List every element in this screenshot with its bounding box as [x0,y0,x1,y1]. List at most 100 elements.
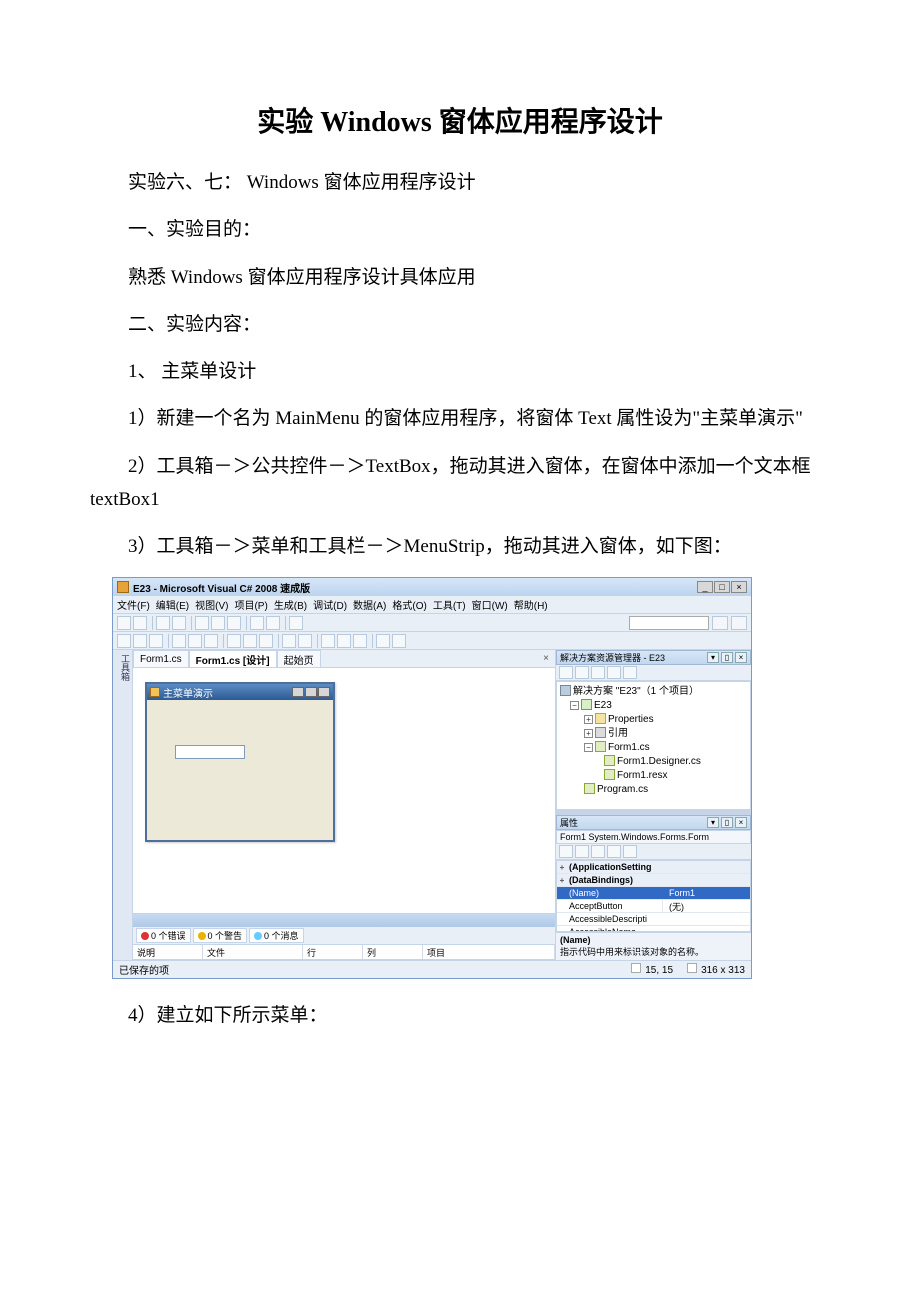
props-categorized-icon[interactable] [559,845,573,858]
layout-spc-v-icon[interactable] [298,634,312,648]
layout-align-right-icon[interactable] [149,634,163,648]
layout-lock-icon[interactable] [392,634,406,648]
properties-object-combo[interactable]: Form1 System.Windows.Forms.Form [556,830,751,844]
toolbar-new-icon[interactable] [117,616,131,630]
menu-edit[interactable]: 编辑(E) [156,597,189,612]
textbox1-control[interactable] [175,745,245,759]
designed-form[interactable]: 主菜单演示 [145,682,335,842]
col-line[interactable]: 行 [303,945,363,959]
menu-format[interactable]: 格式(O) [392,597,426,612]
col-project[interactable]: 项目 [423,945,555,959]
prop-row-name[interactable]: (Name)Form1 [557,887,750,900]
errorlist-columns: 说明 文件 行 列 项目 [133,945,555,960]
menu-project[interactable]: 项目(P) [234,597,267,612]
sln-properties-icon[interactable] [559,666,573,679]
toolbar-open-icon[interactable] [133,616,147,630]
props-desc-text: 指示代码中用来标识该对象的名称。 [560,947,704,957]
form-client-area[interactable] [147,700,333,840]
panel-dropdown-icon[interactable]: ▾ [707,817,719,828]
toolbar-paste-icon[interactable] [227,616,241,630]
tab-form-design[interactable]: Form1.cs [设计] [189,650,277,667]
toolbar-cut-icon[interactable] [195,616,209,630]
tree-form-resx-node[interactable]: Form1.resx [560,769,747,783]
toolbar-more-icon[interactable] [731,616,747,630]
col-file[interactable]: 文件 [203,945,303,959]
properties-grid[interactable]: +(ApplicationSetting +(DataBindings) (Na… [556,860,751,932]
col-column[interactable]: 列 [363,945,423,959]
layout-align-middle-icon[interactable] [188,634,202,648]
menu-window[interactable]: 窗口(W) [472,597,508,612]
warnings-tab[interactable]: 0 个警告 [193,928,248,943]
maximize-button[interactable]: □ [714,581,730,593]
toolbar-find-icon[interactable] [712,616,728,630]
tab-close-icon[interactable]: × [537,653,555,664]
design-surface[interactable]: 主菜单演示 [133,668,555,913]
menu-view[interactable]: 视图(V) [195,597,228,612]
expand-icon[interactable]: + [584,729,593,738]
prop-row-acceptbutton[interactable]: AcceptButton(无) [557,900,750,913]
toolbar-redo-icon[interactable] [266,616,280,630]
menu-data[interactable]: 数据(A) [353,597,386,612]
prop-category-databindings[interactable]: +(DataBindings) [557,874,750,887]
layout-align-bottom-icon[interactable] [204,634,218,648]
menu-file[interactable]: 文件(F) [117,597,150,612]
sln-viewcode-icon[interactable] [607,666,621,679]
menu-help[interactable]: 帮助(H) [514,597,548,612]
collapse-icon[interactable]: − [584,743,593,752]
layout-same-width-icon[interactable] [227,634,241,648]
tree-solution-node[interactable]: 解决方案 "E23"（1 个项目） [560,685,747,699]
col-description[interactable]: 说明 [133,945,203,959]
collapse-icon[interactable]: − [570,701,579,710]
prop-row-accessibledesc[interactable]: AccessibleDescripti [557,913,750,926]
layout-bringfront-icon[interactable] [337,634,351,648]
toolbox-collapsed-tab[interactable]: 工具箱 [113,650,133,960]
toolbar-copy-icon[interactable] [211,616,225,630]
toolbar-run-icon[interactable] [289,616,303,630]
toolbar-save-icon[interactable] [156,616,170,630]
tab-startpage[interactable]: 起始页 [277,650,321,667]
tree-form-designer-node[interactable]: Form1.Designer.cs [560,755,747,769]
tree-program-node[interactable]: Program.cs [560,783,747,797]
panel-pin-icon[interactable]: ▯ [721,652,733,663]
layout-sendback-icon[interactable] [353,634,367,648]
layout-align-left-icon[interactable] [117,634,131,648]
tree-form-node[interactable]: −Form1.cs [560,741,747,755]
solution-icon [560,685,571,696]
menu-build[interactable]: 生成(B) [274,597,307,612]
sln-showall-icon[interactable] [575,666,589,679]
menu-debug[interactable]: 调试(D) [313,597,347,612]
layout-same-height-icon[interactable] [243,634,257,648]
prop-category-appsettings[interactable]: +(ApplicationSetting [557,861,750,874]
props-alpha-icon[interactable] [575,845,589,858]
props-events-icon[interactable] [607,845,621,858]
solution-tree[interactable]: 解决方案 "E23"（1 个项目） −E23 +Properties +引用 −… [556,681,751,810]
layout-align-center-icon[interactable] [133,634,147,648]
toolbar-undo-icon[interactable] [250,616,264,630]
menu-tools[interactable]: 工具(T) [433,597,466,612]
tree-project-node[interactable]: −E23 [560,699,747,713]
layout-align-top-icon[interactable] [172,634,186,648]
toolbar-config-dropdown[interactable] [629,616,709,630]
layout-taborder-icon[interactable] [376,634,390,648]
minimize-button[interactable]: _ [697,581,713,593]
errors-tab[interactable]: 0 个错误 [136,928,191,943]
panel-close-icon[interactable]: × [735,652,747,663]
tree-references-node[interactable]: +引用 [560,727,747,741]
panel-close-icon[interactable]: × [735,817,747,828]
panel-pin-icon[interactable]: ▯ [721,817,733,828]
close-button[interactable]: × [731,581,747,593]
expand-icon[interactable]: + [584,715,593,724]
tree-properties-node[interactable]: +Properties [560,713,747,727]
layout-spc-h-icon[interactable] [282,634,296,648]
layout-same-size-icon[interactable] [259,634,273,648]
sln-viewdesigner-icon[interactable] [623,666,637,679]
layout-centerform-icon[interactable] [321,634,335,648]
messages-tab[interactable]: 0 个消息 [249,928,304,943]
sln-refresh-icon[interactable] [591,666,605,679]
toolbar-saveall-icon[interactable] [172,616,186,630]
panel-dropdown-icon[interactable]: ▾ [707,652,719,663]
props-props-icon[interactable] [591,845,605,858]
tab-form-code[interactable]: Form1.cs [133,650,189,667]
props-pages-icon[interactable] [623,845,637,858]
statusbar-position: 15, 15 [631,963,673,976]
